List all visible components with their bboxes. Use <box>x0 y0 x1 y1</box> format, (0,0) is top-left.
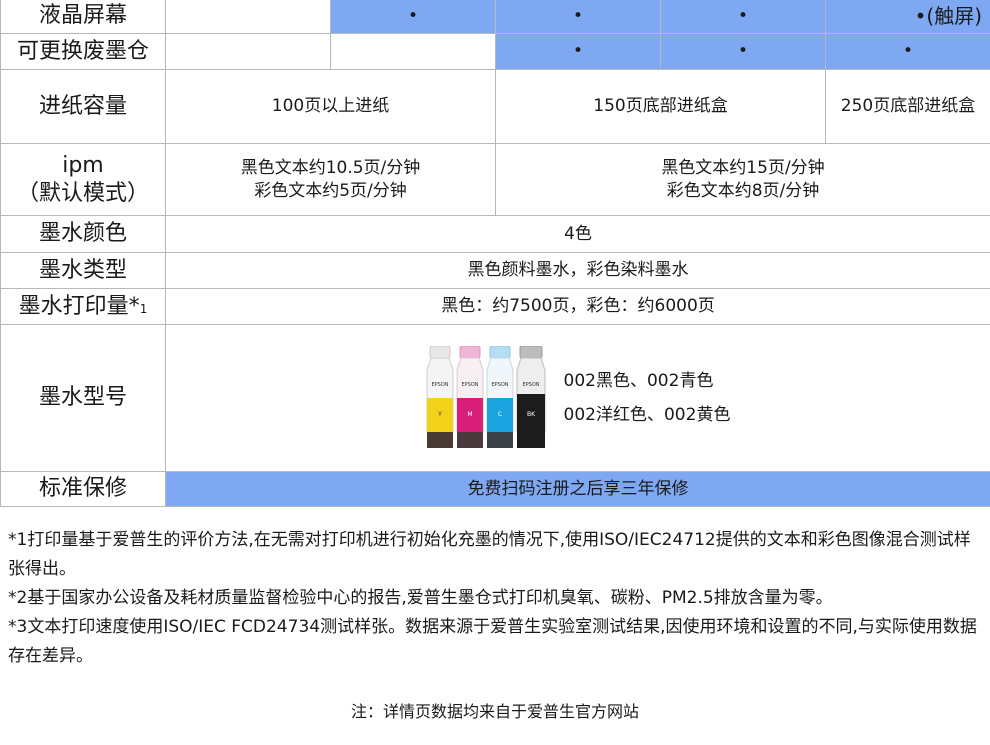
ink-bottle-black: EPSON BK <box>516 346 546 448</box>
ipm-label-line2: （默认模式） <box>16 180 149 206</box>
ipm-b-line1: 黑色文本约15页/分钟 <box>661 157 825 178</box>
ipm-label-line1: ipm <box>62 152 104 178</box>
svg-text:EPSON: EPSON <box>522 382 539 388</box>
footnote-1: *1打印量基于爱普生的评价方法,在无需对打印机进行初始化充墨的情况下,使用ISO… <box>8 530 971 579</box>
row-label-paper: 进纸容量 <box>0 69 166 144</box>
ink-model-line2: 002洋红色、002黄色 <box>563 405 731 425</box>
tank-dot: • <box>495 33 661 70</box>
ink-model-cell: EPSON Y EPSON M EPSON C EPSON BK 002黑色、0… <box>165 324 990 472</box>
svg-text:EPSON: EPSON <box>461 382 478 388</box>
ink-bottle-yellow: EPSON Y <box>426 346 454 448</box>
row-label-waste-tank: 可更换废墨仓 <box>0 33 166 70</box>
row-label-warranty: 标准保修 <box>0 471 166 507</box>
ipm-value-a: 黑色文本约10.5页/分钟 彩色文本约5页/分钟 <box>165 143 496 216</box>
lcd-touch: •(触屏) <box>825 0 990 34</box>
lcd-dot: • <box>495 0 661 34</box>
tank-cell-empty <box>330 33 496 70</box>
row-ink-yield: 墨水打印量*1 黑色：约7500页，彩色：约6000页 <box>0 288 990 325</box>
row-label-ink-color: 墨水颜色 <box>0 215 166 253</box>
svg-text:M: M <box>467 411 472 418</box>
ink-yield-label-text: 墨水打印量* <box>18 293 140 319</box>
row-ipm: ipm （默认模式） 黑色文本约10.5页/分钟 彩色文本约5页/分钟 黑色文本… <box>0 143 990 216</box>
row-waste-tank: 可更换废墨仓 • • • <box>0 33 990 70</box>
row-label-ipm: ipm （默认模式） <box>0 143 166 216</box>
footnote-3: *3文本打印速度使用ISO/IEC FCD24734测试样张。数据来源于爱普生实… <box>8 617 977 666</box>
ipm-a-line1: 黑色文本约10.5页/分钟 <box>240 157 421 178</box>
row-ink-type: 墨水类型 黑色颜料墨水，彩色染料墨水 <box>0 252 990 289</box>
row-lcd-screen: 液晶屏幕 • • • •(触屏) <box>0 0 990 34</box>
footnotes: *1打印量基于爱普生的评价方法,在无需对打印机进行初始化充墨的情况下,使用ISO… <box>8 526 983 671</box>
spec-table: 液晶屏幕 • • • •(触屏) 可更换废墨仓 • • • 进纸容量 100页以… <box>0 0 990 507</box>
row-warranty: 标准保修 免费扫码注册之后享三年保修 <box>0 471 990 507</box>
ink-model-content: EPSON Y EPSON M EPSON C EPSON BK 002黑色、0… <box>167 346 990 450</box>
ink-type-value: 黑色颜料墨水，彩色染料墨水 <box>165 252 990 289</box>
footnote-2: *2基于国家办公设备及耗材质量监督检验中心的报告,爱普生墨仓式打印机臭氧、碳粉、… <box>8 588 833 608</box>
row-label-ink-model: 墨水型号 <box>0 324 166 472</box>
ink-yield-value: 黑色：约7500页，彩色：约6000页 <box>165 288 990 325</box>
tank-cell-empty <box>165 33 331 70</box>
row-label-ink-yield: 墨水打印量*1 <box>0 288 166 325</box>
lcd-cell-empty <box>165 0 331 34</box>
ink-bottle-cyan: EPSON C <box>486 346 514 448</box>
lcd-dot: • <box>660 0 826 34</box>
ipm-a-line2: 彩色文本约5页/分钟 <box>254 180 407 201</box>
lcd-touch-text: •(触屏) <box>914 3 982 28</box>
svg-text:C: C <box>497 411 501 418</box>
tank-dot: • <box>660 33 826 70</box>
ink-model-names: 002黑色、002青色 002洋红色、002黄色 <box>564 364 731 432</box>
ink-color-value: 4色 <box>165 215 990 253</box>
row-label-ink-type: 墨水类型 <box>0 252 166 289</box>
row-paper-capacity: 进纸容量 100页以上进纸 150页底部进纸盒 250页底部进纸盒 <box>0 69 990 144</box>
ink-bottles-image: EPSON Y EPSON M EPSON C EPSON BK <box>426 346 546 448</box>
warranty-value: 免费扫码注册之后享三年保修 <box>165 471 990 507</box>
row-ink-color: 墨水颜色 4色 <box>0 215 990 253</box>
svg-text:Y: Y <box>437 411 442 418</box>
ink-yield-footnote-mark: 1 <box>139 301 148 316</box>
ink-model-line1: 002黑色、002青色 <box>563 371 714 391</box>
row-ink-model: 墨水型号 EPSON Y EPSON M EPSON C EPSON BK 00… <box>0 324 990 472</box>
paper-value-b: 150页底部进纸盒 <box>495 69 826 144</box>
row-label-lcd: 液晶屏幕 <box>0 0 166 34</box>
ipm-value-b: 黑色文本约15页/分钟 彩色文本约8页/分钟 <box>495 143 990 216</box>
ink-bottle-magenta: EPSON M <box>456 346 484 448</box>
source-note: 注：详情页数据均来自于爱普生官方网站 <box>350 702 639 721</box>
svg-text:BK: BK <box>527 411 536 418</box>
paper-value-c: 250页底部进纸盒 <box>825 69 990 144</box>
paper-value-a: 100页以上进纸 <box>165 69 496 144</box>
ipm-b-line2: 彩色文本约8页/分钟 <box>666 180 820 201</box>
lcd-dot: • <box>330 0 496 34</box>
svg-text:EPSON: EPSON <box>431 382 448 388</box>
tank-dot: • <box>825 33 990 70</box>
svg-text:EPSON: EPSON <box>491 382 508 388</box>
